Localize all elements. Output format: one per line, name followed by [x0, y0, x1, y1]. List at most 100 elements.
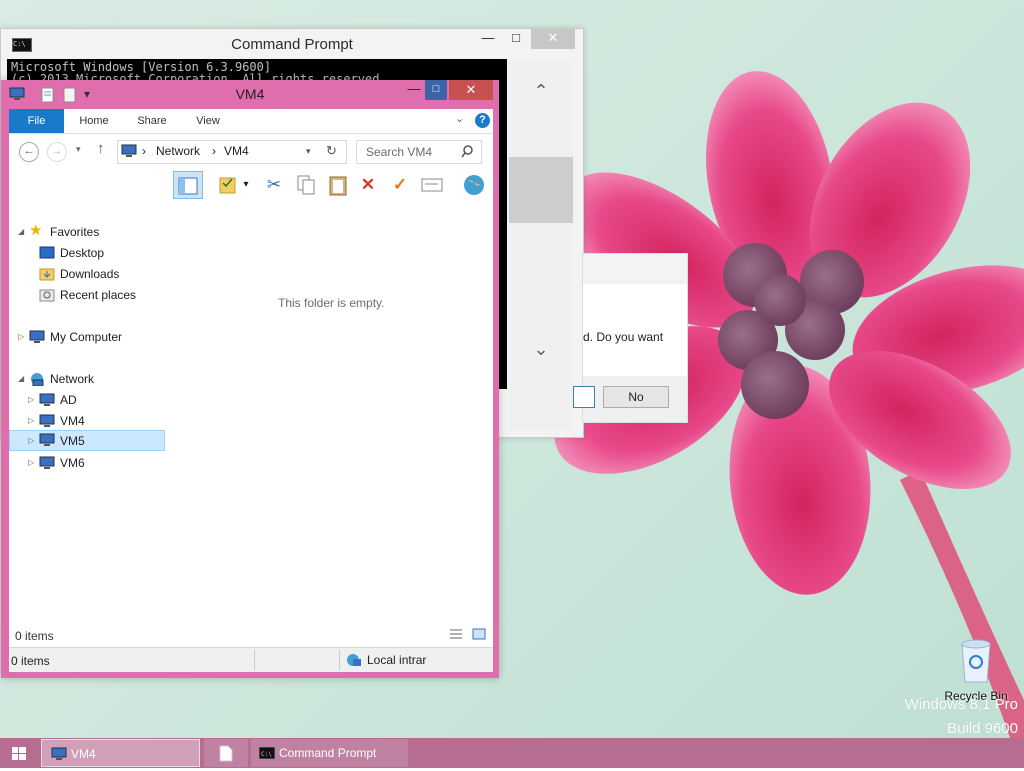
- recent-locations-icon[interactable]: ▾: [76, 144, 81, 155]
- copy-icon: [297, 175, 315, 195]
- large-icons-view-icon[interactable]: [472, 628, 486, 640]
- collapsed-arrow-icon[interactable]: ▷: [28, 390, 34, 410]
- collapsed-arrow-icon[interactable]: ▷: [28, 453, 34, 473]
- os-watermark: Windows 8.1 Pro: [904, 696, 1018, 713]
- scroll-up-icon[interactable]: ⌃: [509, 81, 573, 102]
- dialog-footer: No: [573, 376, 687, 422]
- sidebar-item-label: VM6: [60, 456, 85, 470]
- folder-properties-icon: [219, 177, 236, 194]
- command-toolbar: ▾ ✂ ✕ ✓: [9, 168, 493, 202]
- sidebar-item-vm5[interactable]: ▷ VM5: [9, 430, 165, 451]
- background-dialog: d. Do you want No: [573, 253, 688, 423]
- taskbar-item-document[interactable]: [204, 739, 248, 767]
- sidebar-item-vm6[interactable]: ▷ VM6: [9, 453, 165, 473]
- tab-file[interactable]: File: [9, 109, 64, 133]
- explorer-title-bar[interactable]: ▾ VM4 — □ ✕: [1, 80, 499, 108]
- explorer-body: File Home Share View ⌄ ? ← → ▾ ↑ › Netwo…: [9, 109, 493, 672]
- navigation-pane-button[interactable]: [173, 171, 203, 199]
- item-count: 0 items: [15, 629, 54, 643]
- expanded-arrow-icon[interactable]: ◢: [18, 369, 24, 389]
- dialog-yes-button[interactable]: [573, 386, 595, 408]
- sidebar-item-my-computer[interactable]: ▷ My Computer: [9, 327, 165, 347]
- address-separator-icon: ›: [212, 144, 216, 158]
- cmd-maximize-button[interactable]: □: [501, 29, 531, 49]
- recycle-bin[interactable]: Recycle Bin: [944, 638, 1008, 703]
- collapsed-arrow-icon[interactable]: ▷: [28, 431, 34, 451]
- delete-button[interactable]: ✕: [353, 171, 383, 199]
- computer-icon: [29, 330, 45, 343]
- address-separator-icon: ›: [142, 144, 146, 158]
- cmd-icon: C:\: [259, 747, 275, 759]
- expanded-arrow-icon[interactable]: ◢: [18, 222, 24, 242]
- sidebar-item-vm4[interactable]: ▷ VM4: [9, 411, 165, 431]
- sidebar-item-label: My Computer: [50, 330, 123, 344]
- computer-icon: [39, 393, 55, 406]
- sidebar-item-label: Recent places: [60, 288, 137, 302]
- back-button[interactable]: ←: [19, 142, 39, 162]
- network-location-icon: [121, 144, 137, 157]
- explorer-maximize-button[interactable]: □: [425, 80, 447, 100]
- tab-home[interactable]: Home: [71, 109, 117, 133]
- paste-button[interactable]: [323, 171, 353, 199]
- cmd-close-button[interactable]: ✕: [531, 29, 575, 49]
- sidebar-item-network[interactable]: ◢ Network: [9, 369, 165, 389]
- computer-icon: [39, 456, 55, 469]
- recycle-bin-icon: [961, 639, 991, 683]
- properties-dropdown-icon[interactable]: ▾: [239, 171, 253, 199]
- address-bar[interactable]: › Network › VM4 ▾ ↻: [117, 140, 347, 164]
- checkmark-icon: ✓: [392, 175, 408, 194]
- up-arrow-icon[interactable]: ↑: [97, 140, 105, 157]
- search-box[interactable]: Search VM4: [356, 140, 482, 164]
- explorer-close-button[interactable]: ✕: [449, 80, 493, 100]
- open-network-button[interactable]: [459, 171, 489, 199]
- address-dropdown-icon[interactable]: ▾: [306, 146, 311, 157]
- sidebar-item-label: Network: [50, 372, 95, 386]
- breadcrumb-vm4[interactable]: VM4: [224, 144, 249, 158]
- svg-text:C:\: C:\: [261, 751, 272, 758]
- cut-button[interactable]: ✂: [259, 171, 289, 199]
- item-count-bar: 0 items: [9, 623, 493, 647]
- tab-share[interactable]: Share: [129, 109, 175, 133]
- sidebar-item-recent-places[interactable]: Recent places: [9, 285, 165, 305]
- start-button[interactable]: [0, 738, 38, 768]
- add-network-location-button[interactable]: [417, 171, 447, 199]
- sidebar-item-downloads[interactable]: Downloads: [9, 264, 165, 284]
- collapsed-arrow-icon[interactable]: ▷: [28, 411, 34, 431]
- dialog-title-bar[interactable]: [583, 254, 687, 284]
- explorer-window: ▾ VM4 — □ ✕ File Home Share View ⌄ ? ← →…: [1, 80, 499, 678]
- sidebar-item-desktop[interactable]: Desktop: [9, 243, 165, 263]
- tab-view[interactable]: View: [185, 109, 231, 133]
- cmd-scrollbar[interactable]: ⌃ ⌄: [509, 59, 573, 431]
- breadcrumb-network[interactable]: Network: [156, 144, 200, 158]
- scroll-thumb[interactable]: [509, 157, 573, 223]
- sidebar-item-label: Desktop: [60, 246, 105, 260]
- taskbar-item-label: Command Prompt: [279, 746, 377, 760]
- cmd-title-bar[interactable]: C:\ Command Prompt — □ ✕: [1, 29, 583, 59]
- taskbar-item-command-prompt[interactable]: C:\ Command Prompt: [251, 739, 408, 767]
- empty-folder-message: This folder is empty.: [278, 296, 385, 310]
- computer-icon: [51, 747, 67, 760]
- globe-icon: [464, 175, 484, 195]
- rename-button[interactable]: ✓: [385, 171, 415, 199]
- search-placeholder: Search VM4: [366, 145, 433, 159]
- intranet-zone-icon: [347, 654, 361, 666]
- collapsed-arrow-icon[interactable]: ▷: [18, 327, 24, 347]
- build-watermark: Build 9600: [947, 720, 1018, 737]
- sidebar-item-favorites[interactable]: ◢ ★ Favorites: [9, 222, 165, 242]
- copy-button[interactable]: [291, 171, 321, 199]
- explorer-minimize-button[interactable]: —: [404, 80, 424, 100]
- add-network-location-icon: [421, 178, 443, 192]
- sidebar-item-ad[interactable]: ▷ AD: [9, 390, 165, 410]
- refresh-icon[interactable]: ↻: [326, 143, 337, 159]
- dialog-no-button[interactable]: No: [603, 386, 669, 408]
- cmd-minimize-button[interactable]: —: [473, 29, 503, 49]
- expand-ribbon-icon[interactable]: ⌄: [455, 112, 464, 125]
- forward-button[interactable]: →: [47, 142, 67, 162]
- help-icon[interactable]: ?: [475, 113, 490, 128]
- computer-icon: [39, 414, 55, 427]
- scroll-down-icon[interactable]: ⌄: [509, 339, 573, 360]
- details-view-icon[interactable]: [449, 628, 463, 640]
- network-icon: [31, 373, 44, 386]
- taskbar-item-vm4[interactable]: VM4: [41, 739, 200, 767]
- search-icon[interactable]: [461, 145, 474, 158]
